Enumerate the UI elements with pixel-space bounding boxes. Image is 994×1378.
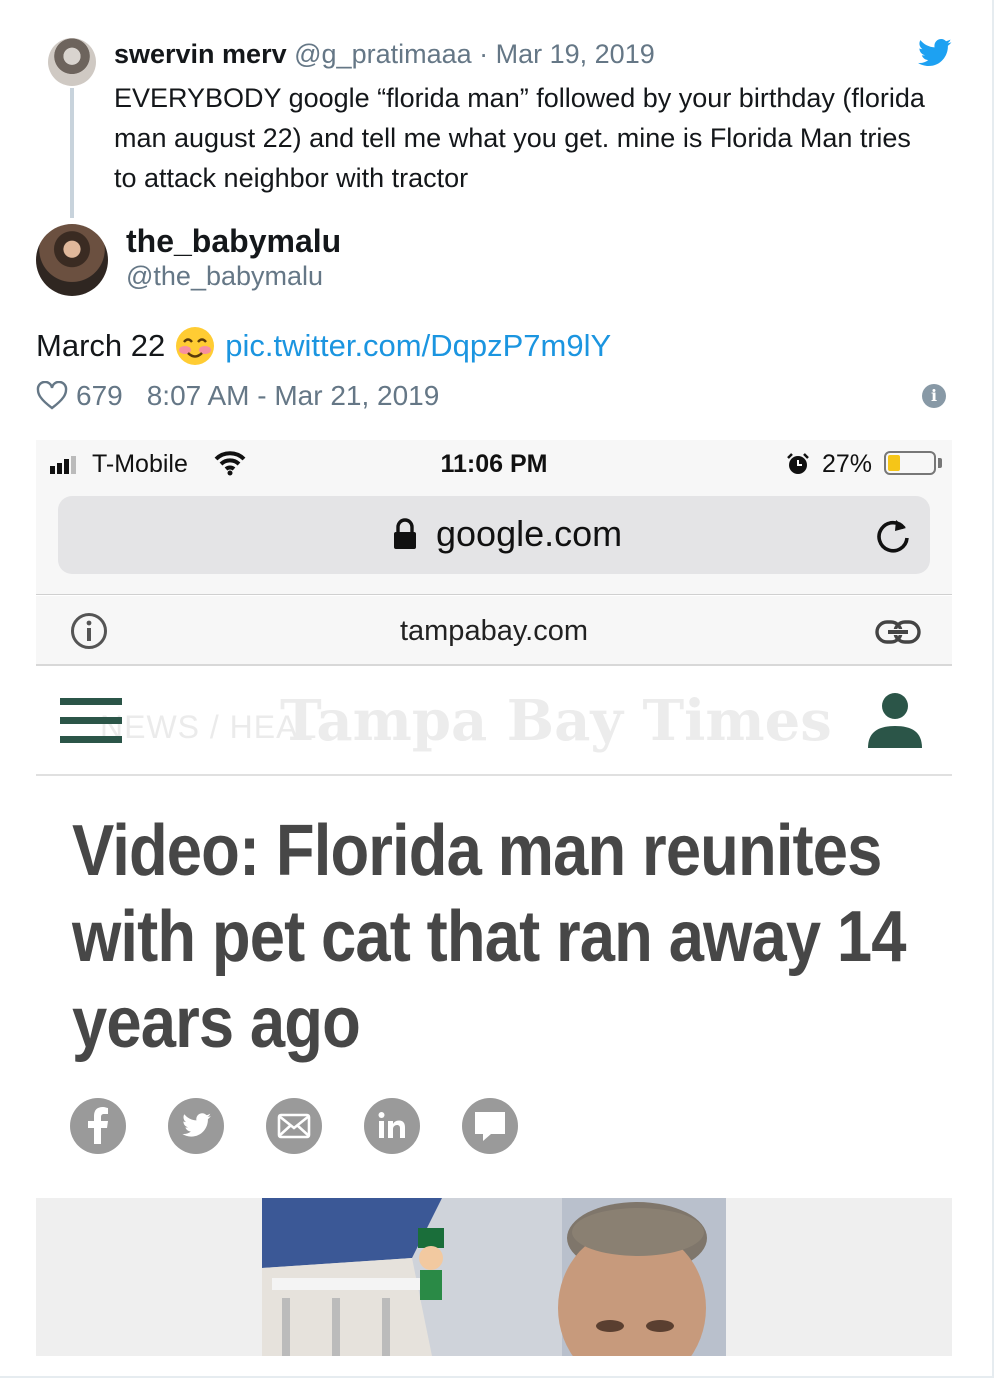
lock-icon: [394, 518, 416, 549]
status-time: 11:06 PM: [440, 450, 548, 478]
site-header: NEWS / HEAL Tampa Bay Times: [36, 668, 952, 776]
email-icon: [277, 1113, 311, 1139]
address-bar[interactable]: google.com: [58, 496, 930, 574]
article-photo-area: [36, 1198, 952, 1356]
parent-tweet-header: swervin merv @g_pratimaaa · Mar 19, 2019: [114, 38, 655, 70]
reload-icon[interactable]: [874, 516, 912, 554]
battery-level-fill: [888, 455, 900, 471]
parent-author-meta[interactable]: @g_pratimaaa · Mar 19, 2019: [294, 39, 655, 69]
comment-share-button[interactable]: [462, 1098, 518, 1154]
parent-author-name[interactable]: swervin merv: [114, 39, 287, 69]
reply-tweet-body: March 22: [36, 328, 166, 363]
linkedin-icon: [378, 1112, 405, 1138]
user-account-icon[interactable]: [866, 692, 924, 750]
tweet-timestamp[interactable]: 8:07 AM - Mar 21, 2019: [147, 378, 440, 414]
embedded-tweet-card: swervin merv @g_pratimaaa · Mar 19, 2019…: [0, 0, 994, 1378]
phone-status-bar: T-Mobile 11:06 PM 27%: [36, 440, 952, 490]
info-icon[interactable]: i: [922, 384, 946, 408]
link-chain-icon[interactable]: [874, 618, 922, 646]
browser-toolbar: google.com: [36, 490, 952, 595]
battery-terminal: [938, 458, 942, 468]
article-photo[interactable]: [262, 1198, 726, 1356]
battery-percent: 27%: [822, 450, 873, 478]
tweet-meta-row: 679 8:07 AM - Mar 21, 2019: [36, 378, 439, 414]
twitter-icon: [182, 1113, 211, 1137]
reply-author-handle[interactable]: @the_babymalu: [126, 260, 323, 292]
reply-tweet-text: March 22 pic.twitter.com/DqpzP7m9lY: [36, 326, 611, 366]
battery-icon: [884, 451, 936, 475]
article-headline: Video: Florida man reunites with pet cat…: [72, 811, 907, 1063]
twitter-bird-icon[interactable]: [918, 38, 952, 68]
hamburger-menu-icon[interactable]: [60, 698, 122, 744]
email-share-button[interactable]: [266, 1098, 322, 1154]
alarm-clock-icon: [787, 453, 809, 474]
tweet-media-screenshot[interactable]: T-Mobile 11:06 PM 27% google.com tampaba…: [36, 440, 952, 1356]
parent-tweet-text: EVERYBODY google “florida man” followed …: [114, 83, 925, 193]
address-text[interactable]: google.com: [436, 512, 622, 556]
twitter-share-button[interactable]: [168, 1098, 224, 1154]
site-logo[interactable]: Tampa Bay Times: [280, 688, 832, 754]
facebook-icon: [88, 1107, 108, 1144]
reply-author-name[interactable]: the_babymalu: [126, 222, 341, 260]
parent-author-avatar[interactable]: [48, 38, 96, 86]
reply-author-avatar[interactable]: [36, 224, 108, 296]
linkedin-share-button[interactable]: [364, 1098, 420, 1154]
heart-icon[interactable]: [36, 381, 68, 411]
comment-icon: [475, 1112, 505, 1141]
thread-connector-line: [70, 88, 74, 218]
site-domain: tampabay.com: [399, 615, 589, 647]
like-count[interactable]: 679: [76, 378, 123, 414]
facebook-share-button[interactable]: [70, 1098, 126, 1154]
amp-site-bar: tampabay.com: [36, 596, 952, 666]
tweet-media-link[interactable]: pic.twitter.com/DqpzP7m9lY: [225, 326, 611, 366]
smiling-blushing-emoji-icon: [176, 327, 215, 365]
